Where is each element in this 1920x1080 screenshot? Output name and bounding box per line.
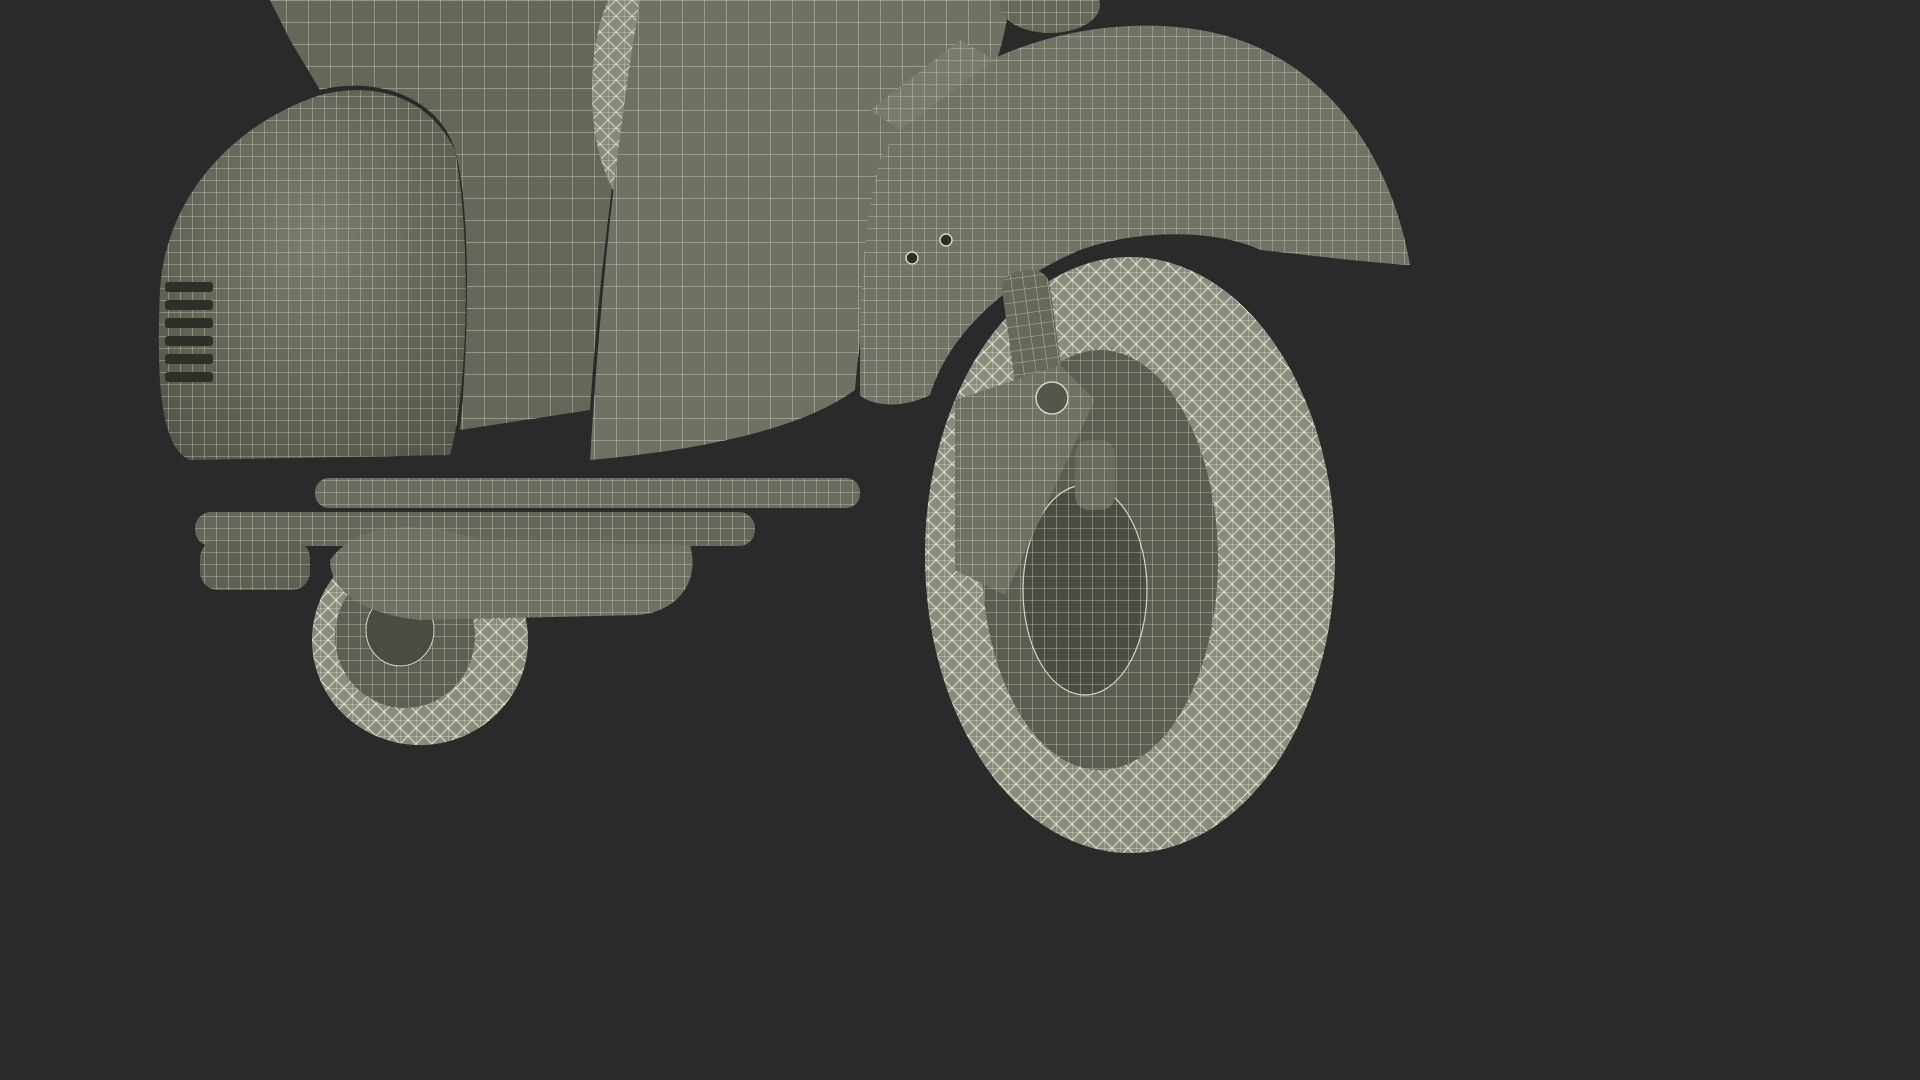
side-panel <box>158 90 466 460</box>
exhaust-system <box>195 478 860 620</box>
render-viewport <box>0 0 1568 882</box>
scooter-render <box>158 0 1410 853</box>
